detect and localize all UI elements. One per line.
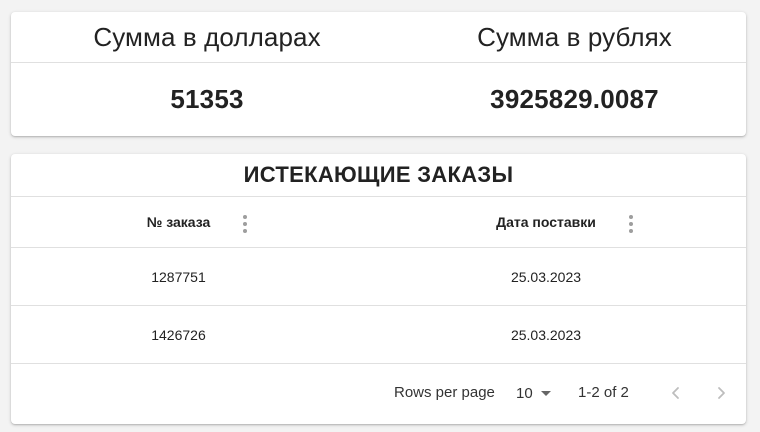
delivery-date-cell: 25.03.2023	[510, 268, 582, 285]
order-number-cell: 1287751	[151, 268, 206, 285]
order-number-column-menu-icon[interactable]	[235, 214, 255, 234]
table-row[interactable]: 1287751 25.03.2023	[11, 248, 746, 306]
usd-sum-title: Сумма в долларах	[93, 21, 321, 52]
previous-page-button[interactable]	[662, 379, 690, 407]
column-header-order-number-label: № заказа	[146, 214, 211, 230]
rub-sum-title: Сумма в рублях	[477, 21, 672, 52]
delivery-date-column-menu-icon[interactable]	[621, 214, 641, 234]
column-header-order-number[interactable]: № заказа	[11, 197, 346, 247]
rows-per-page-label: Rows per page	[394, 384, 495, 401]
chevron-right-icon	[718, 387, 725, 399]
column-header-delivery-date[interactable]: Дата поставки	[346, 197, 746, 247]
column-header-delivery-date-label: Дата поставки	[496, 214, 596, 230]
currency-summary-card: Сумма в долларах Сумма в рублях 51353 39…	[11, 12, 746, 136]
expiring-orders-card: ИСТЕКАЮЩИЕ ЗАКАЗЫ № заказа Дата поставки…	[11, 154, 746, 424]
table-header: № заказа Дата поставки	[11, 197, 746, 248]
chevron-left-icon	[672, 387, 679, 399]
table-row[interactable]: 1426726 25.03.2023	[11, 306, 746, 364]
order-number-cell: 1426726	[151, 326, 206, 343]
summary-header-row: Сумма в долларах Сумма в рублях	[11, 12, 746, 63]
caret-down-icon	[540, 390, 551, 396]
rub-sum-value: 3925829.0087	[490, 84, 659, 114]
rub-title-cell: Сумма в рублях	[403, 12, 746, 62]
rub-value-cell: 3925829.0087	[403, 63, 746, 136]
delivery-date-cell: 25.03.2023	[510, 326, 582, 343]
rows-per-page-select[interactable]: 10	[516, 380, 551, 406]
rows-per-page-value: 10	[516, 384, 533, 402]
usd-title-cell: Сумма в долларах	[11, 12, 403, 62]
usd-value-cell: 51353	[11, 63, 403, 136]
orders-title: ИСТЕКАЮЩИЕ ЗАКАЗЫ	[243, 162, 514, 187]
usd-sum-value: 51353	[170, 84, 244, 114]
pagination-range-label: 1-2 of 2	[578, 384, 629, 401]
orders-title-row: ИСТЕКАЮЩИЕ ЗАКАЗЫ	[11, 154, 746, 197]
table-pagination-footer: Rows per page 10 1-2 of 2	[11, 364, 746, 422]
next-page-button[interactable]	[707, 379, 735, 407]
summary-values-row: 51353 3925829.0087	[11, 63, 746, 136]
